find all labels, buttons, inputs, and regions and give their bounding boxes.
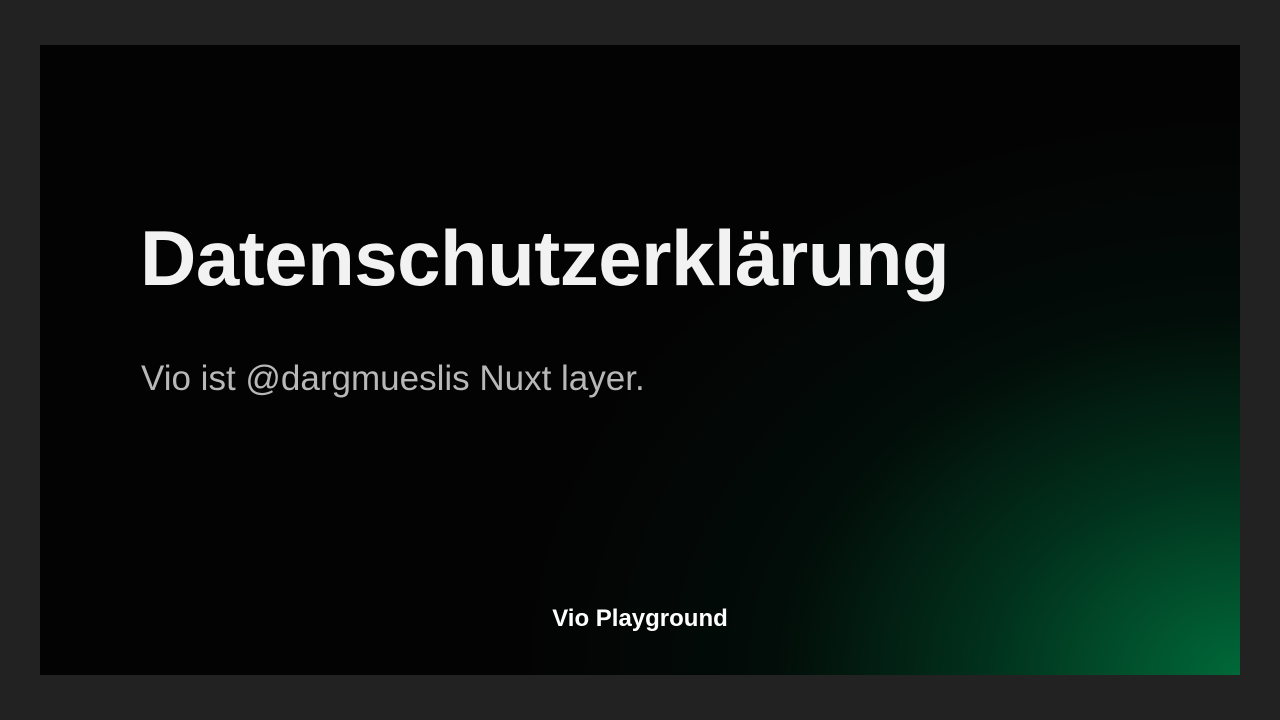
og-image-card: Datenschutzerklärung Vio ist @dargmuesli… (40, 45, 1240, 675)
page-title: Datenschutzerklärung (140, 214, 950, 302)
site-name: Vio Playground (552, 605, 728, 632)
page-description: Vio ist @dargmueslis Nuxt layer. (141, 359, 645, 398)
top-shade (40, 45, 1240, 107)
